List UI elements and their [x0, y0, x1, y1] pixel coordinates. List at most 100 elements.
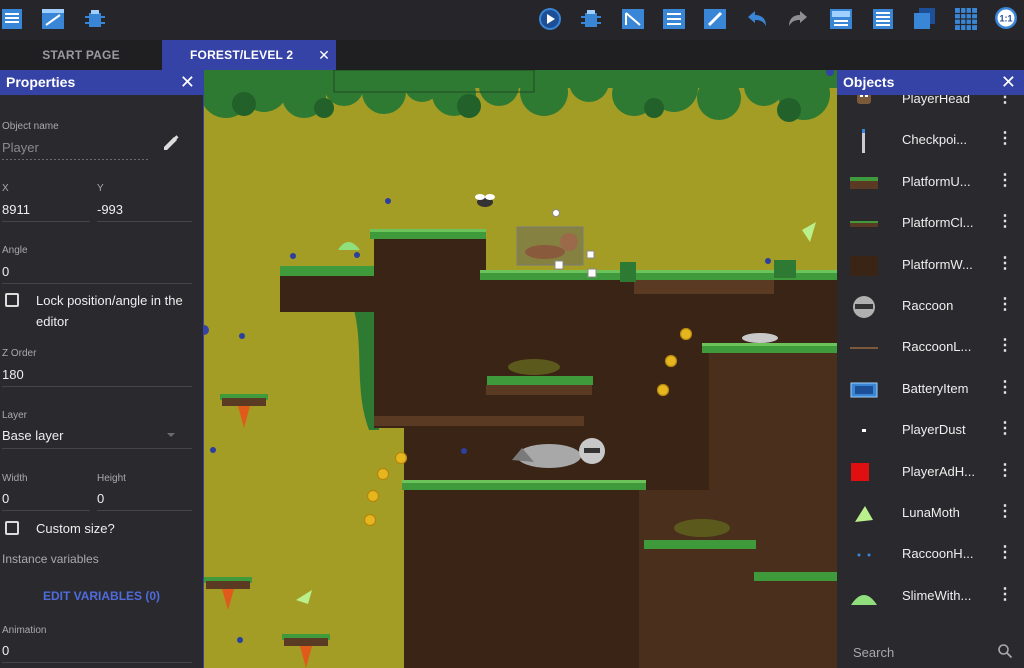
- x-underline: [2, 221, 90, 222]
- search-input[interactable]: [853, 641, 993, 663]
- raccoon-icon: [849, 295, 879, 319]
- more-options-icon[interactable]: ⋮: [997, 421, 1013, 437]
- player-head-icon: [849, 95, 879, 112]
- object-name: RaccoonH...: [902, 546, 974, 562]
- height-field[interactable]: 0: [97, 491, 104, 506]
- more-options-icon[interactable]: ⋮: [997, 131, 1013, 147]
- objects-list-icon[interactable]: [870, 6, 896, 32]
- tab-forest-level-2[interactable]: FOREST/LEVEL 2 ✕: [162, 40, 336, 70]
- more-options-icon[interactable]: ⋮: [997, 255, 1013, 272]
- width-field[interactable]: 0: [2, 491, 9, 506]
- platform-w-icon: [849, 254, 879, 278]
- object-row[interactable]: Checkpoi... ⋮: [837, 121, 1024, 162]
- properties-close-icon[interactable]: ✕: [180, 70, 195, 95]
- undo-icon[interactable]: [744, 6, 770, 32]
- more-options-icon[interactable]: ⋮: [997, 172, 1013, 189]
- animation-field[interactable]: 0: [2, 643, 9, 658]
- luna-moth-sprite-2: [296, 590, 312, 604]
- x-field[interactable]: 8911: [2, 202, 30, 217]
- object-row[interactable]: PlatformCl... ⋮: [837, 204, 1024, 245]
- more-options-icon[interactable]: ⋮: [997, 504, 1013, 520]
- custom-size-label: Custom size?: [36, 521, 115, 536]
- editor-window: 1:1 START PAGE FOREST/LEVEL 2 ✕ Properti…: [0, 0, 1024, 668]
- layers-icon[interactable]: [661, 6, 687, 32]
- edit-name-icon[interactable]: [162, 134, 180, 152]
- objects-close-icon[interactable]: ✕: [1001, 70, 1016, 95]
- more-options-icon[interactable]: ⋮: [997, 545, 1013, 561]
- slime-sprite: [338, 242, 360, 250]
- object-row[interactable]: SlimeWith... ⋮: [837, 577, 1024, 618]
- preview-icon[interactable]: [537, 6, 563, 32]
- edit-icon[interactable]: [702, 6, 728, 32]
- more-options-icon[interactable]: ⋮: [997, 462, 1013, 479]
- object-name: Checkpoi...: [902, 132, 968, 148]
- scene-canvas[interactable]: [203, 70, 837, 668]
- tab-forest-label: FOREST/LEVEL 2: [190, 48, 294, 62]
- redo-icon[interactable]: [785, 6, 811, 32]
- object-name: Raccoon: [902, 298, 954, 313]
- more-options-icon[interactable]: ⋮: [997, 338, 1013, 354]
- layer-label: Layer: [2, 410, 28, 421]
- object-row[interactable]: LunaMoth ⋮: [837, 494, 1024, 535]
- objects-list: PlayerHead ⋮ Checkpoi... ⋮ PlatformU... ⋮ Plat…: [837, 95, 1024, 635]
- properties-panel: Properties ✕ Object name Player X Y 8911…: [0, 70, 203, 668]
- instance-variables-label: Instance variables: [2, 552, 99, 566]
- properties-icon[interactable]: [828, 6, 854, 32]
- zoom-reset-icon[interactable]: 1:1: [994, 6, 1020, 32]
- layer-underline: [2, 448, 192, 449]
- custom-size-checkbox[interactable]: [5, 521, 19, 535]
- search-icon[interactable]: [997, 643, 1013, 659]
- width-underline: [2, 510, 90, 511]
- width-label: Width: [2, 473, 28, 484]
- object-name: PlatformCl...: [902, 215, 974, 231]
- object-row[interactable]: PlayerAdH... ⋮: [837, 453, 1024, 494]
- object-row[interactable]: BatteryItem ⋮: [837, 370, 1024, 411]
- debugger-icon[interactable]: [82, 6, 108, 32]
- object-row[interactable]: PlatformW... ⋮: [837, 246, 1024, 287]
- platform-cl-icon: [849, 212, 879, 236]
- more-options-icon[interactable]: ⋮: [997, 379, 1013, 396]
- object-editor-icon[interactable]: [620, 6, 646, 32]
- object-name-label: Object name: [2, 121, 59, 132]
- tab-close-icon[interactable]: ✕: [318, 40, 330, 70]
- height-label: Height: [97, 473, 126, 484]
- properties-title: Properties: [6, 74, 76, 90]
- zorder-field[interactable]: 180: [2, 367, 24, 382]
- y-label: Y: [97, 183, 104, 194]
- object-name-field[interactable]: Player: [2, 140, 39, 155]
- player-selection[interactable]: [516, 209, 597, 278]
- object-row[interactable]: PlayerDust ⋮: [837, 411, 1024, 452]
- project-manager-icon[interactable]: [0, 6, 26, 32]
- floating-platforms: [206, 398, 328, 668]
- more-options-icon[interactable]: ⋮: [997, 586, 1013, 603]
- debug-preview-icon[interactable]: [578, 6, 604, 32]
- zorder-label: Z Order: [2, 348, 37, 359]
- object-row[interactable]: RaccoonL... ⋮: [837, 328, 1024, 369]
- y-field[interactable]: -993: [97, 202, 123, 217]
- more-options-icon[interactable]: ⋮: [997, 297, 1013, 313]
- cave-back: [709, 352, 837, 492]
- object-row[interactable]: PlatformU... ⋮: [837, 163, 1024, 204]
- chevron-down-icon[interactable]: [166, 431, 176, 439]
- layer-select[interactable]: Base layer: [2, 428, 63, 443]
- luna-moth-icon: [849, 502, 879, 526]
- zorder-icon[interactable]: [911, 6, 937, 32]
- animation-underline: [2, 662, 192, 663]
- zorder-underline: [2, 386, 192, 387]
- object-row[interactable]: RaccoonH... ⋮: [837, 535, 1024, 576]
- angle-field[interactable]: 0: [2, 264, 9, 279]
- lock-checkbox[interactable]: [5, 293, 19, 307]
- grid-icon[interactable]: [953, 6, 979, 32]
- selection-handle[interactable]: [204, 325, 209, 335]
- more-options-icon[interactable]: ⋮: [997, 214, 1013, 230]
- tab-start-page[interactable]: START PAGE: [0, 40, 162, 70]
- raccoon-h-icon: [849, 543, 879, 567]
- x-label: X: [2, 183, 9, 194]
- object-row[interactable]: PlayerHead ⋮: [837, 95, 1024, 121]
- more-options-icon[interactable]: ⋮: [997, 95, 1013, 106]
- edit-variables-button[interactable]: EDIT VARIABLES (0): [0, 589, 203, 603]
- object-row[interactable]: Raccoon ⋮: [837, 287, 1024, 328]
- object-name: PlayerHead: [902, 95, 970, 106]
- scene-editor-icon[interactable]: [40, 6, 66, 32]
- luna-moth-sprite: [802, 222, 816, 242]
